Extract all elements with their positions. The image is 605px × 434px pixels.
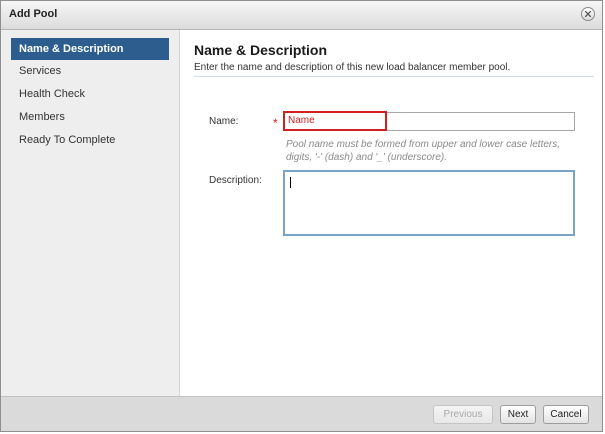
page-subtitle: Enter the name and description of this n…	[194, 62, 511, 73]
name-hint: Pool name must be formed from upper and …	[286, 139, 561, 163]
close-icon	[585, 11, 591, 17]
step-ready-to-complete[interactable]: Ready To Complete	[11, 129, 169, 151]
wizard-sidebar: Name & Description Services Health Check…	[1, 30, 180, 396]
name-label: Name:	[209, 116, 239, 127]
page-title: Name & Description	[194, 42, 328, 58]
dialog-title: Add Pool	[9, 8, 58, 20]
close-button[interactable]	[581, 7, 595, 21]
wizard-content: Name & Description Enter the name and de…	[181, 30, 602, 396]
required-marker: *	[273, 116, 278, 130]
next-button[interactable]: Next	[500, 405, 536, 424]
name-input-value: Name	[288, 115, 315, 126]
cancel-button[interactable]: Cancel	[543, 405, 589, 424]
dialog-footer: Previous Next Cancel	[1, 396, 602, 431]
step-services[interactable]: Services	[11, 60, 169, 82]
text-caret	[290, 177, 291, 188]
step-health-check[interactable]: Health Check	[11, 83, 169, 105]
add-pool-dialog: Add Pool Name & Description Services Hea…	[0, 0, 603, 432]
description-textarea[interactable]	[283, 170, 575, 236]
step-members[interactable]: Members	[11, 106, 169, 128]
step-name-description[interactable]: Name & Description	[11, 38, 169, 60]
title-bar: Add Pool	[1, 1, 602, 30]
description-label: Description:	[209, 175, 262, 186]
header-divider	[194, 76, 594, 77]
previous-button[interactable]: Previous	[433, 405, 493, 424]
